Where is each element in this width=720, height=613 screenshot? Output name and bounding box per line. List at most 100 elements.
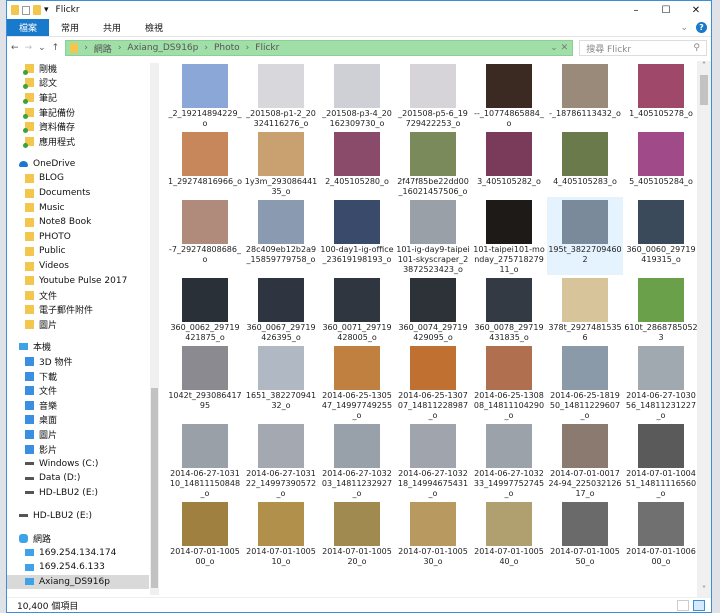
breadcrumb-nas[interactable]: Axiang_DS916p bbox=[127, 43, 198, 53]
file-item[interactable]: 360_0074_29719429095_o bbox=[395, 275, 471, 343]
scrollbar-thumb[interactable] bbox=[700, 75, 708, 105]
properties-icon[interactable] bbox=[22, 5, 30, 15]
sidebar-item[interactable]: Data (D:) bbox=[7, 471, 149, 486]
sidebar-item[interactable]: 筆記 bbox=[7, 90, 149, 105]
sidebar-item[interactable]: Documents bbox=[7, 186, 149, 201]
sidebar-item[interactable]: 169.254.134.174 bbox=[7, 545, 149, 560]
sidebar-item[interactable]: PHOTO bbox=[7, 230, 149, 245]
sidebar-item[interactable]: BLOG bbox=[7, 171, 149, 186]
sidebar-item[interactable]: HD-LBU2 (E:) bbox=[7, 508, 149, 523]
sidebar-item[interactable]: 圖片 bbox=[7, 427, 149, 442]
file-item[interactable]: 100-day1-ig-office_23619198193_o bbox=[319, 197, 395, 275]
file-item[interactable]: 2014-07-01-100600_o bbox=[623, 499, 699, 567]
address-bar[interactable]: › 網路 › Axiang_DS916p › Photo › Flickr ⌄ ✕ bbox=[65, 40, 574, 56]
file-item[interactable]: -_18786113432_o bbox=[547, 61, 623, 129]
sidebar-item[interactable]: HD-LBU2 (E:) bbox=[7, 486, 149, 501]
sidebar-item[interactable]: 本機 bbox=[7, 340, 149, 355]
file-item[interactable]: 2014-07-01-100550_o bbox=[547, 499, 623, 567]
file-item[interactable]: 101-ig-day9-taipei101-skyscraper_2387252… bbox=[395, 197, 471, 275]
sidebar-item[interactable]: 剛機 bbox=[7, 61, 149, 76]
quick-access-dropdown-icon[interactable]: ▾ bbox=[44, 5, 49, 15]
file-item[interactable]: 2014-06-25-181950_14811229607_o bbox=[547, 343, 623, 421]
file-item[interactable]: 2014-06-27-103218_14994675431_o bbox=[395, 421, 471, 499]
sidebar-item[interactable]: Note8 Book bbox=[7, 215, 149, 230]
file-item[interactable]: 2014-06-27-103056_14811231227_o bbox=[623, 343, 699, 421]
file-item[interactable]: 1_29274816966_o bbox=[167, 129, 243, 197]
file-item[interactable]: _201508-p3-4_20162309730_o bbox=[319, 61, 395, 129]
sidebar-item[interactable]: 桌面 bbox=[7, 413, 149, 428]
file-item[interactable]: 2014-06-25-130707_14811228987_o bbox=[395, 343, 471, 421]
file-item[interactable]: 2_405105280_o bbox=[319, 129, 395, 197]
file-item[interactable]: 2014-07-01-001724-94_22503212617_o bbox=[547, 421, 623, 499]
breadcrumb-network[interactable]: 網路 bbox=[94, 42, 112, 55]
sidebar-item[interactable]: 網路 bbox=[7, 531, 149, 546]
tab-file[interactable]: 檔案 bbox=[7, 19, 50, 36]
large-icons-view-button[interactable] bbox=[693, 599, 705, 611]
file-item[interactable]: 101-taipei101-monday_27571827911_o bbox=[471, 197, 547, 275]
file-item[interactable]: 2014-07-01-100510_o bbox=[243, 499, 319, 567]
forward-button[interactable]: → bbox=[25, 43, 33, 53]
sidebar-item[interactable]: 影片 bbox=[7, 442, 149, 457]
file-item[interactable]: _201508-p5-6_19729422253_o bbox=[395, 61, 471, 129]
sidebar-item[interactable]: 文件 bbox=[7, 288, 149, 303]
help-icon[interactable]: ? bbox=[696, 22, 707, 33]
tab-view[interactable]: 檢視 bbox=[133, 19, 175, 36]
file-view-scrollbar[interactable]: ˄ ˅ bbox=[697, 61, 711, 597]
scroll-down-icon[interactable]: ˅ bbox=[697, 585, 711, 597]
file-item[interactable]: 378t_29274815356 bbox=[547, 275, 623, 343]
sidebar-item[interactable]: Youtube Pulse 2017 bbox=[7, 273, 149, 288]
sidebar-item[interactable]: 3D 物件 bbox=[7, 354, 149, 369]
file-item[interactable]: 360_0071_29719428005_o bbox=[319, 275, 395, 343]
minimize-button[interactable]: – bbox=[621, 5, 651, 16]
file-item[interactable]: 360_0067_29719426395_o bbox=[243, 275, 319, 343]
file-item[interactable]: _2_19214894229_o bbox=[167, 61, 243, 129]
sidebar-item[interactable]: 筆記備份 bbox=[7, 105, 149, 120]
file-item[interactable]: 2f47f85be22dd00_16021457506_o bbox=[395, 129, 471, 197]
file-item[interactable]: 2014-07-01-100520_o bbox=[319, 499, 395, 567]
recent-locations-icon[interactable]: ⌄ bbox=[38, 43, 46, 53]
file-item[interactable]: -7_29274808686_o bbox=[167, 197, 243, 275]
file-item[interactable]: 2014-06-25-130808_14811104290_o bbox=[471, 343, 547, 421]
file-item[interactable]: 2014-06-27-103233_14997752745_o bbox=[471, 421, 547, 499]
navigation-pane-scrollbar[interactable] bbox=[150, 63, 159, 595]
file-item[interactable]: 195t_38227094602 bbox=[547, 197, 623, 275]
sidebar-item[interactable]: 應用程式 bbox=[7, 134, 149, 149]
address-dropdown-icon[interactable]: ⌄ bbox=[550, 43, 558, 53]
sidebar-item[interactable]: 音樂 bbox=[7, 398, 149, 413]
tab-home[interactable]: 常用 bbox=[49, 19, 91, 36]
file-item[interactable]: 5_405105284_o bbox=[623, 129, 699, 197]
sidebar-item[interactable]: Videos bbox=[7, 259, 149, 274]
file-item[interactable]: 610t_28687850523 bbox=[623, 275, 699, 343]
expand-ribbon-icon[interactable]: ⌄ bbox=[680, 23, 688, 33]
sidebar-item[interactable]: 文件 bbox=[7, 383, 149, 398]
breadcrumb-photo[interactable]: Photo bbox=[214, 43, 240, 53]
search-input[interactable]: 搜尋 Flickr ⚲ bbox=[579, 40, 707, 56]
file-item[interactable]: 28c409eb12b2a9_15859779758_o bbox=[243, 197, 319, 275]
sidebar-item[interactable]: 169.254.6.133 bbox=[7, 560, 149, 575]
file-item[interactable]: 360_0078_29719431835_o bbox=[471, 275, 547, 343]
file-item[interactable]: 2014-06-27-103203_14811232927_o bbox=[319, 421, 395, 499]
file-item[interactable]: --_10774865884_o bbox=[471, 61, 547, 129]
file-item[interactable]: 2014-07-01-100500_o bbox=[167, 499, 243, 567]
file-item[interactable]: 2014-07-01-100451_14811116560_o bbox=[623, 421, 699, 499]
clear-address-icon[interactable]: ✕ bbox=[561, 43, 569, 53]
sidebar-item[interactable]: 下載 bbox=[7, 369, 149, 384]
back-button[interactable]: ← bbox=[11, 43, 19, 53]
sidebar-item[interactable]: 圖片 bbox=[7, 317, 149, 332]
sidebar-item[interactable]: Music bbox=[7, 200, 149, 215]
file-item[interactable]: 2014-07-01-100530_o bbox=[395, 499, 471, 567]
sidebar-item[interactable]: Public bbox=[7, 244, 149, 259]
file-item[interactable]: 1042t_29308641795 bbox=[167, 343, 243, 421]
file-item[interactable]: 3_405105282_o bbox=[471, 129, 547, 197]
details-view-button[interactable] bbox=[677, 599, 689, 611]
file-item[interactable]: 1_405105278_o bbox=[623, 61, 699, 129]
file-item[interactable]: _201508-p1-2_20324116276_o bbox=[243, 61, 319, 129]
close-button[interactable]: ✕ bbox=[681, 5, 711, 16]
file-item[interactable]: 2014-06-27-103122_14997390572_o bbox=[243, 421, 319, 499]
tab-share[interactable]: 共用 bbox=[91, 19, 133, 36]
sidebar-item[interactable]: 資料備存 bbox=[7, 119, 149, 134]
file-item[interactable]: 2014-06-25-130547_14997749255_o bbox=[319, 343, 395, 421]
breadcrumb-flickr[interactable]: Flickr bbox=[255, 43, 279, 53]
scroll-up-icon[interactable]: ˄ bbox=[697, 61, 711, 73]
new-folder-icon[interactable] bbox=[33, 5, 41, 15]
